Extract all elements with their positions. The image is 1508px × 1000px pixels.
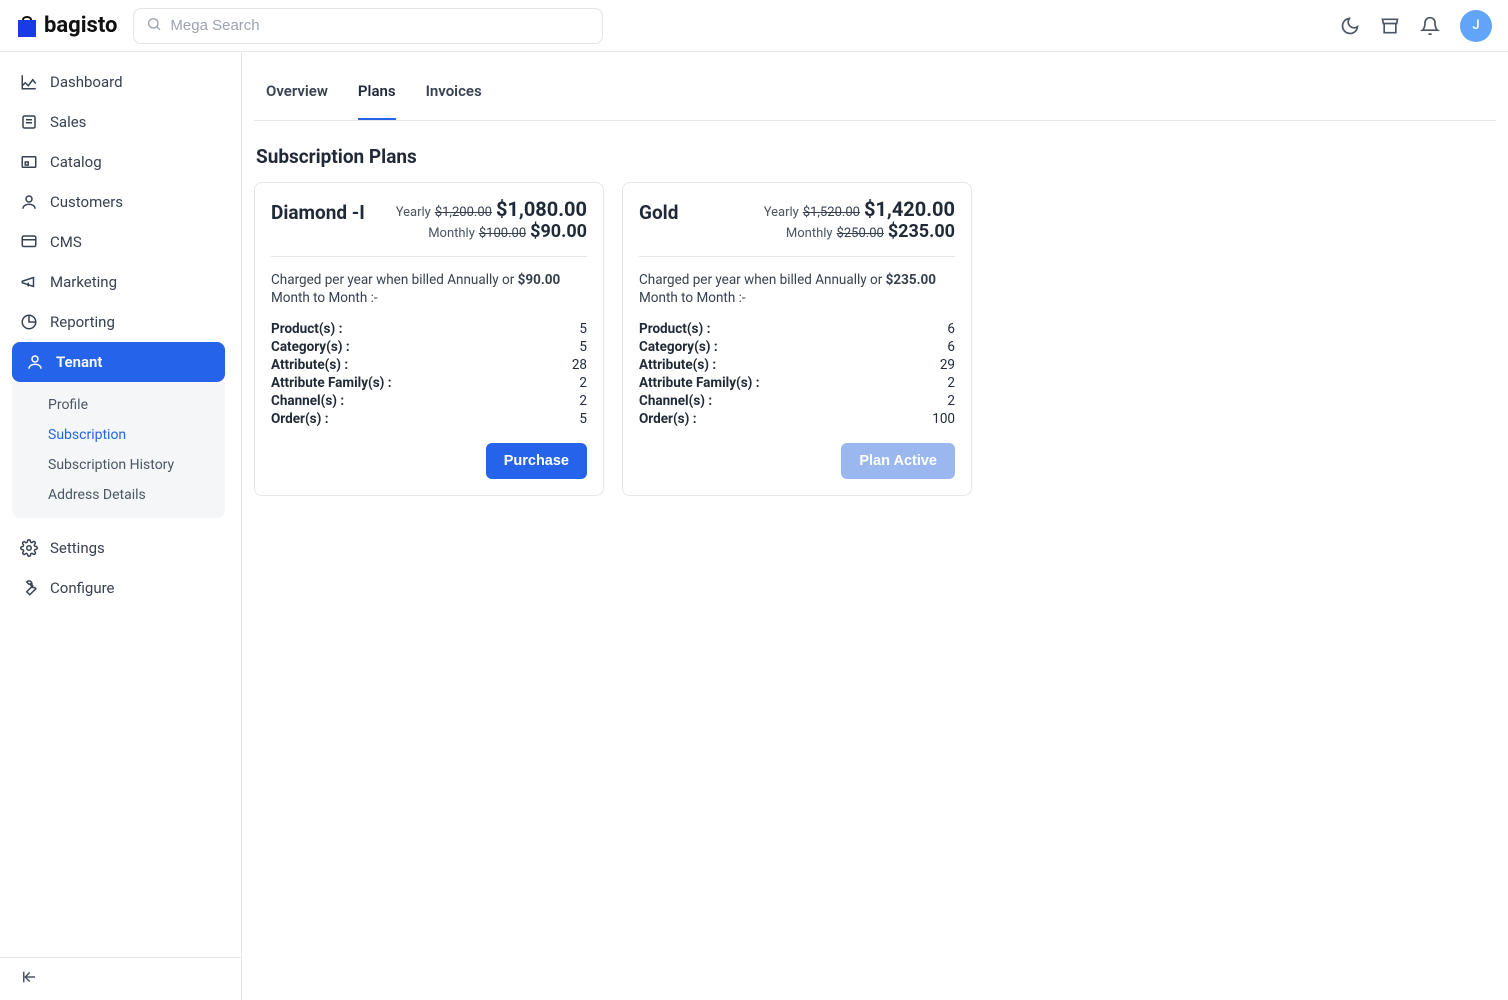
- bag-icon: [16, 14, 38, 38]
- main-content: Overview Plans Invoices Subscription Pla…: [242, 52, 1508, 1000]
- search-input[interactable]: [170, 17, 590, 34]
- sidebar-item-reporting[interactable]: Reporting: [0, 302, 233, 342]
- marketing-icon: [20, 273, 38, 291]
- plan-stats: Product(s) :6 Category(s) :6 Attribute(s…: [639, 321, 955, 427]
- avatar[interactable]: J: [1460, 10, 1492, 42]
- sidebar-subitem-subscription-history[interactable]: Subscription History: [12, 450, 225, 480]
- sidebar-item-label: Reporting: [50, 313, 115, 331]
- tab-plans[interactable]: Plans: [358, 62, 396, 120]
- stat-row-order: Order(s) :5: [271, 411, 587, 427]
- sidebar-subitem-label: Profile: [48, 397, 88, 413]
- stat-row-product: Product(s) :5: [271, 321, 587, 337]
- stat-row-category: Category(s) :5: [271, 339, 587, 355]
- price-yearly: $1,080.00: [496, 197, 587, 221]
- cms-icon: [20, 233, 38, 251]
- plan-stats: Product(s) :5 Category(s) :5 Attribute(s…: [271, 321, 587, 427]
- plan-price-block: Yearly $1,200.00 $1,080.00 Monthly $100.…: [396, 197, 587, 242]
- plan-description: Charged per year when billed Annually or…: [271, 271, 587, 307]
- sidebar-item-tenant[interactable]: Tenant: [12, 342, 225, 382]
- sidebar-item-label: Dashboard: [50, 73, 123, 91]
- sidebar-item-cms[interactable]: CMS: [0, 222, 233, 262]
- plan-name: Diamond -I: [271, 197, 365, 224]
- sidebar-subgroup-tenant: Profile Subscription Subscription Histor…: [12, 382, 225, 518]
- sidebar-item-label: Sales: [50, 113, 86, 131]
- tab-invoices[interactable]: Invoices: [426, 62, 482, 120]
- stat-row-attribute-family: Attribute Family(s) :2: [271, 375, 587, 391]
- price-monthly: $235.00: [888, 221, 955, 242]
- price-period-monthly: Monthly: [428, 226, 475, 241]
- tenant-icon: [26, 353, 44, 371]
- plans-row: Diamond -I Yearly $1,200.00 $1,080.00 Mo…: [254, 182, 1496, 496]
- stat-row-product: Product(s) :6: [639, 321, 955, 337]
- sidebar-item-label: Tenant: [56, 353, 102, 371]
- gear-icon: [20, 539, 38, 557]
- plan-card-gold: Gold Yearly $1,520.00 $1,420.00 Monthly …: [622, 182, 972, 496]
- customers-icon: [20, 193, 38, 211]
- reporting-icon: [20, 313, 38, 331]
- wrench-icon: [20, 579, 38, 597]
- sidebar-item-catalog[interactable]: Catalog: [0, 142, 233, 182]
- stat-row-category: Category(s) :6: [639, 339, 955, 355]
- header-actions: J: [1340, 10, 1492, 42]
- plan-name: Gold: [639, 197, 678, 224]
- storefront-icon[interactable]: [1380, 16, 1400, 36]
- catalog-icon: [20, 153, 38, 171]
- plan-description: Charged per year when billed Annually or…: [639, 271, 955, 307]
- sidebar-subitem-profile[interactable]: Profile: [12, 390, 225, 420]
- price-period-yearly: Yearly: [764, 205, 799, 220]
- bell-icon[interactable]: [1420, 16, 1440, 36]
- price-yearly: $1,420.00: [864, 197, 955, 221]
- sidebar-subitem-label: Address Details: [48, 487, 146, 503]
- sidebar-item-label: CMS: [50, 233, 82, 251]
- page-title: Subscription Plans: [256, 145, 1496, 168]
- search-icon: [146, 16, 162, 36]
- stat-row-channel: Channel(s) :2: [271, 393, 587, 409]
- stat-row-channel: Channel(s) :2: [639, 393, 955, 409]
- sidebar-subitem-label: Subscription History: [48, 457, 174, 473]
- plan-active-button: Plan Active: [841, 443, 955, 479]
- price-period-monthly: Monthly: [786, 226, 833, 241]
- sidebar-collapse-button[interactable]: [0, 957, 241, 1000]
- stat-row-attribute: Attribute(s) :29: [639, 357, 955, 373]
- header: bagisto J: [0, 0, 1508, 52]
- sidebar-subitem-subscription[interactable]: Subscription: [12, 420, 225, 450]
- sidebar-item-label: Configure: [50, 579, 115, 597]
- price-monthly-strike: $250.00: [837, 226, 884, 241]
- sidebar-item-label: Customers: [50, 193, 123, 211]
- sidebar-item-dashboard[interactable]: Dashboard: [0, 62, 233, 102]
- price-yearly-strike: $1,200.00: [435, 205, 492, 220]
- sidebar-item-label: Catalog: [50, 153, 102, 171]
- sidebar-item-marketing[interactable]: Marketing: [0, 262, 233, 302]
- sidebar-item-customers[interactable]: Customers: [0, 182, 233, 222]
- price-monthly: $90.00: [530, 221, 587, 242]
- sidebar-item-configure[interactable]: Configure: [0, 568, 233, 608]
- stat-row-order: Order(s) :100: [639, 411, 955, 427]
- sidebar-item-settings[interactable]: Settings: [0, 528, 233, 568]
- sidebar-item-sales[interactable]: Sales: [0, 102, 233, 142]
- sales-icon: [20, 113, 38, 131]
- tabs: Overview Plans Invoices: [254, 62, 1496, 121]
- price-monthly-strike: $100.00: [479, 226, 526, 241]
- stat-row-attribute: Attribute(s) :28: [271, 357, 587, 373]
- dark-mode-icon[interactable]: [1340, 16, 1360, 36]
- purchase-button[interactable]: Purchase: [486, 443, 587, 479]
- plan-price-block: Yearly $1,520.00 $1,420.00 Monthly $250.…: [764, 197, 955, 242]
- sidebar-subitem-address-details[interactable]: Address Details: [12, 480, 225, 510]
- collapse-icon: [20, 968, 38, 990]
- sidebar-item-label: Marketing: [50, 273, 117, 291]
- price-period-yearly: Yearly: [396, 205, 431, 220]
- sidebar-item-label: Settings: [50, 539, 105, 557]
- plan-card-diamond: Diamond -I Yearly $1,200.00 $1,080.00 Mo…: [254, 182, 604, 496]
- dashboard-icon: [20, 73, 38, 91]
- tab-overview[interactable]: Overview: [266, 62, 328, 120]
- price-yearly-strike: $1,520.00: [803, 205, 860, 220]
- sidebar: Dashboard Sales Catalog Customers: [0, 52, 242, 1000]
- avatar-letter: J: [1472, 18, 1479, 33]
- search-box[interactable]: [133, 8, 603, 44]
- brand-logo[interactable]: bagisto: [16, 13, 117, 38]
- stat-row-attribute-family: Attribute Family(s) :2: [639, 375, 955, 391]
- brand-text: bagisto: [44, 13, 117, 38]
- sidebar-subitem-label: Subscription: [48, 427, 126, 443]
